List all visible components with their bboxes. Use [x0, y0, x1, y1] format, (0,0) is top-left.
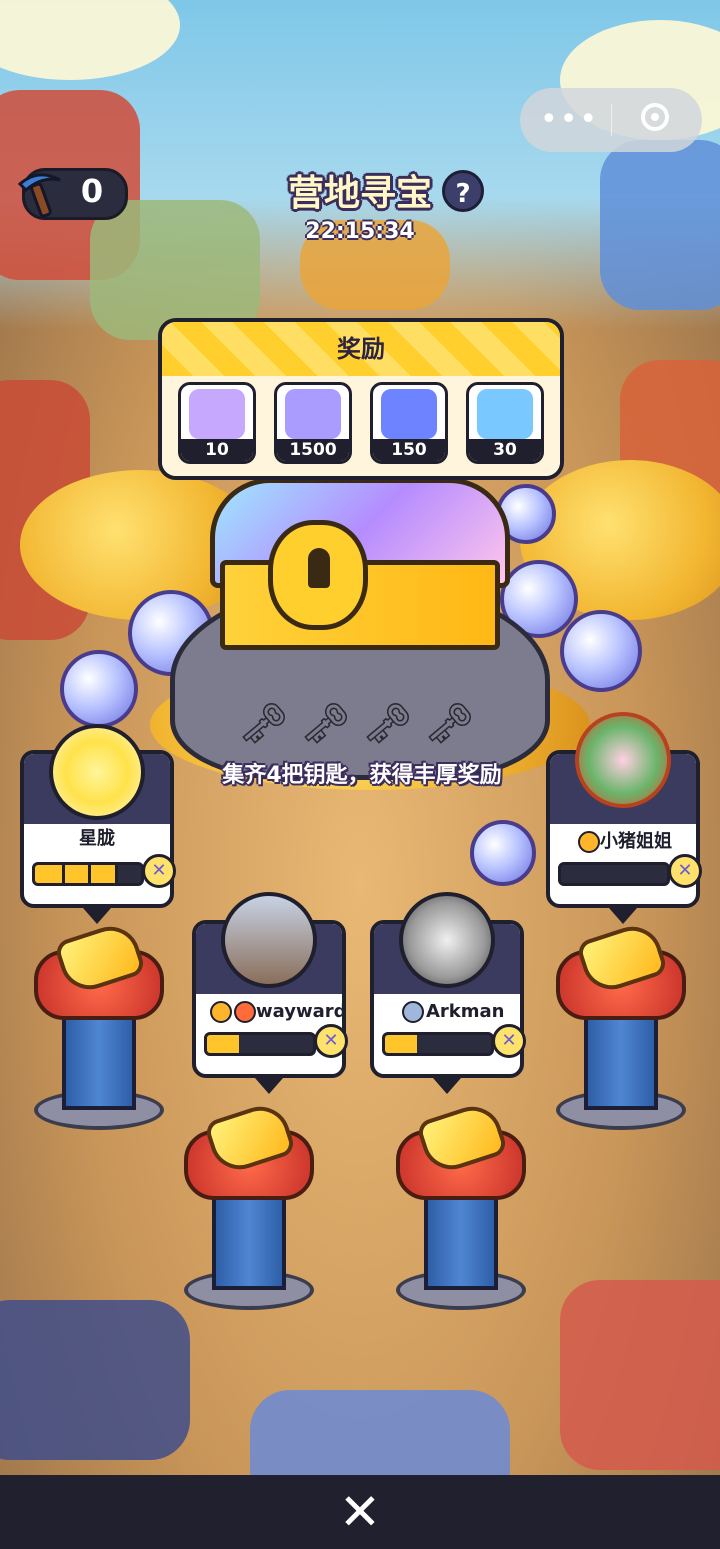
ticket-icon — [381, 389, 437, 439]
orb — [60, 650, 138, 728]
player-card[interactable]: wayward ✕ — [192, 892, 348, 1094]
reward-panel-title: 奖励 — [337, 335, 385, 363]
key-icon: ✕ — [668, 854, 702, 888]
help-button[interactable]: ? — [442, 170, 484, 212]
key-slot-icon: 🗝 — [300, 701, 351, 747]
progress-segment-divider — [61, 865, 65, 883]
key-icon: ✕ — [314, 1024, 348, 1058]
orb — [470, 820, 536, 886]
key-slot-icon: 🗝 — [362, 701, 413, 747]
avatar — [221, 892, 317, 988]
player-name: 星胧 — [79, 828, 115, 849]
more-menu-button[interactable]: ••• — [540, 100, 597, 140]
rank-badge-icon — [578, 831, 600, 853]
star-orbs-icon — [285, 389, 341, 439]
reward-item-lunchbox[interactable]: 30 — [466, 382, 544, 464]
key-pedestal[interactable] — [546, 919, 696, 1130]
avatar — [49, 724, 145, 820]
reward-item-star-orbs[interactable]: 1500 — [274, 382, 352, 464]
progress-segment-divider — [88, 865, 91, 883]
key-icon: ✕ — [492, 1024, 526, 1058]
player-name: 小猪姐姐 — [600, 831, 672, 852]
exit-target-icon[interactable] — [641, 103, 669, 131]
countdown-timer: 22:15:34 — [305, 219, 415, 244]
key-progress-bar — [558, 862, 670, 886]
level-badge-icon — [402, 1001, 424, 1023]
key-progress-bar — [32, 862, 144, 886]
pickaxe-count: 0 — [80, 172, 104, 210]
player-card[interactable]: 星胧 ✕ — [20, 724, 176, 924]
orb — [560, 610, 642, 692]
key-pedestal[interactable] — [386, 1099, 536, 1310]
key-progress-fill — [207, 1035, 239, 1053]
collect-keys-banner: 集齐4把钥匙，获得丰厚奖励 — [222, 763, 502, 788]
key-progress-bar — [204, 1032, 316, 1056]
reward-item-ticket[interactable]: 150 — [370, 382, 448, 464]
close-button[interactable]: ✕ — [334, 1486, 386, 1538]
capsule-divider — [611, 104, 612, 136]
player-card[interactable]: 小猪姐姐 ✕ — [546, 712, 702, 924]
card-pointer — [255, 1078, 283, 1094]
keyhole-icon — [308, 548, 330, 588]
card-pointer — [609, 908, 637, 924]
key-slot-icon: 🗝 — [424, 701, 475, 747]
key-progress-fill — [35, 865, 115, 883]
card-pointer — [83, 908, 111, 924]
reward-qty: 150 — [373, 439, 445, 461]
key-progress-fill — [385, 1035, 417, 1053]
reward-item-mystery-box[interactable]: 10 — [178, 382, 256, 464]
junk-pile — [250, 1390, 510, 1475]
key-pedestal[interactable] — [174, 1099, 324, 1310]
progress-segment-divider — [114, 865, 118, 883]
key-pedestal[interactable] — [24, 919, 174, 1130]
player-name: wayward — [256, 1001, 347, 1022]
key-progress-bar — [382, 1032, 494, 1056]
key-icon: ✕ — [142, 854, 176, 888]
avatar — [399, 892, 495, 988]
reward-qty: 30 — [469, 439, 541, 461]
page-title: 营地寻宝 — [287, 173, 432, 214]
pickaxe-icon — [17, 173, 61, 218]
level-badge-icon — [234, 1001, 256, 1023]
junk-pile — [0, 1300, 190, 1460]
rank-badge-icon — [210, 1001, 232, 1023]
mystery-box-icon — [189, 389, 245, 439]
junk-pile — [560, 1280, 720, 1470]
player-card[interactable]: Arkman ✕ — [370, 892, 526, 1094]
avatar — [575, 712, 671, 808]
reward-qty: 1500 — [277, 439, 349, 461]
card-pointer — [433, 1078, 461, 1094]
player-name: Arkman — [426, 1001, 505, 1022]
lunchbox-icon — [477, 389, 533, 439]
junk-pile — [600, 140, 720, 310]
reward-qty: 10 — [181, 439, 253, 461]
key-slot-icon: 🗝 — [238, 701, 289, 747]
